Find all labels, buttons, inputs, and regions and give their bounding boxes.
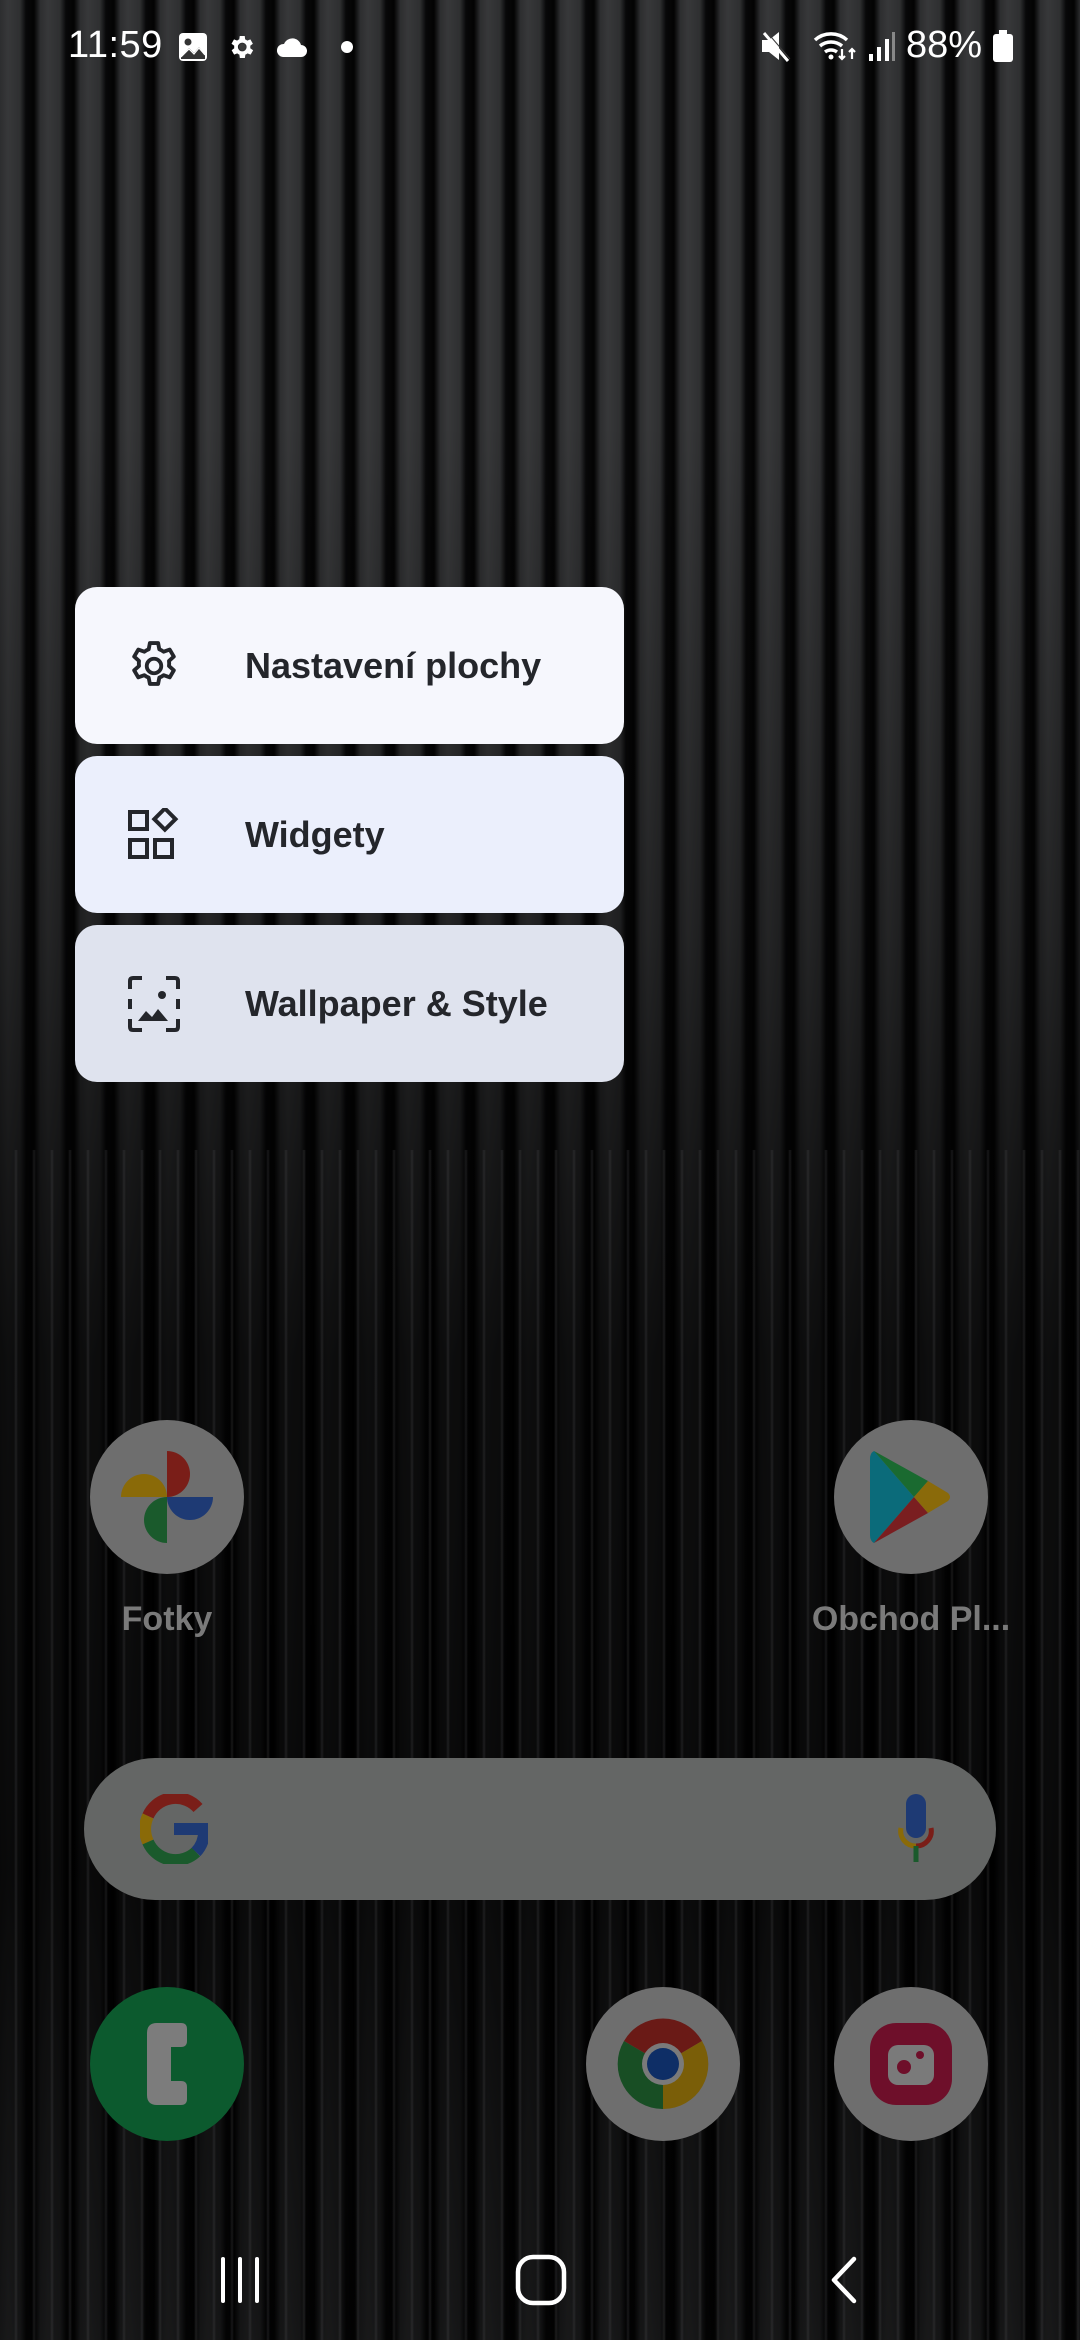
status-time: 11:59: [68, 24, 163, 66]
app-play-store[interactable]: Obchod Pl...: [811, 1420, 1011, 1639]
dock-phone[interactable]: [67, 1987, 267, 2141]
recents-icon: [217, 2257, 263, 2303]
cloud-icon: [274, 35, 308, 59]
google-g-icon: [140, 1794, 208, 1864]
back-button[interactable]: [774, 2220, 914, 2340]
menu-item-label: Wallpaper & Style: [245, 982, 548, 1024]
home-button[interactable]: [471, 2220, 611, 2340]
navigation-bar: [0, 2220, 1080, 2340]
google-photos-icon: [90, 1420, 244, 1574]
widgets-icon: [125, 806, 183, 864]
wallpaper-icon: [125, 975, 183, 1033]
app-fotky[interactable]: Fotky: [67, 1420, 267, 1639]
settings-icon: [226, 32, 256, 62]
menu-item-label: Nastavení plochy: [245, 644, 542, 686]
mute-icon: [760, 29, 792, 63]
signal-icon: [868, 30, 896, 62]
dot-icon: [340, 40, 354, 54]
dock-camera[interactable]: [811, 1987, 1011, 2141]
menu-item-wallpaper-style[interactable]: Wallpaper & Style: [75, 925, 624, 1082]
app-label: Fotky: [121, 1600, 213, 1638]
menu-item-widgets[interactable]: Widgety: [75, 756, 624, 913]
app-label: Obchod Pl...: [811, 1600, 1011, 1638]
chrome-icon: [586, 1987, 740, 2141]
home-icon: [515, 2254, 567, 2306]
home-context-menu: Nastavení plochy Widgety Wallpaper & Sty…: [75, 587, 624, 1094]
wifi-data-icon: [812, 29, 858, 63]
recents-button[interactable]: [170, 2220, 310, 2340]
microphone-icon[interactable]: [898, 1794, 934, 1864]
dock-chrome[interactable]: [563, 1987, 763, 2141]
notification-icons: [178, 32, 354, 62]
battery-percent: 88%: [905, 24, 982, 66]
phone-icon: [90, 1987, 244, 2141]
back-icon: [829, 2256, 859, 2304]
google-search-bar[interactable]: [84, 1758, 996, 1900]
status-bar: 11:59 88%: [0, 0, 1080, 96]
gallery-icon: [178, 32, 208, 62]
menu-item-label: Widgety: [245, 813, 385, 855]
play-store-icon: [834, 1420, 988, 1574]
camera-icon: [834, 1987, 988, 2141]
system-status: 88%: [760, 24, 1014, 67]
menu-item-home-settings[interactable]: Nastavení plochy: [75, 587, 624, 744]
battery-icon: [992, 29, 1014, 63]
gear-icon: [125, 637, 183, 695]
